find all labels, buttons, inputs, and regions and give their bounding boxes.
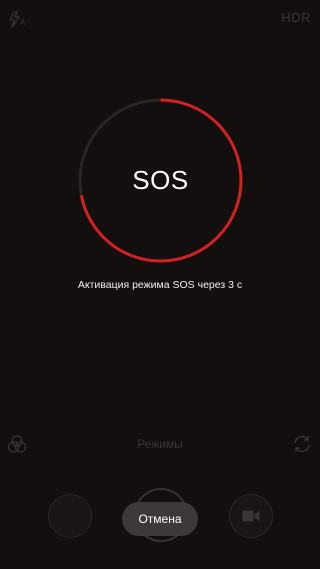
- video-record-button[interactable]: [229, 494, 273, 538]
- flash-mode-label: A: [20, 18, 26, 27]
- sos-countdown-text: Активация режима SOS через 3 с: [77, 279, 243, 291]
- modes-button[interactable]: Режимы: [0, 437, 320, 451]
- cancel-button[interactable]: Отмена: [122, 502, 198, 536]
- sos-camera-screen: A HDR SOS Активация режима SOS через 3 с…: [0, 0, 320, 569]
- hdr-toggle[interactable]: HDR: [281, 9, 311, 27]
- gallery-thumbnail[interactable]: [48, 494, 92, 538]
- video-camera-icon: [242, 510, 260, 522]
- flash-auto-icon[interactable]: A: [8, 9, 30, 29]
- switch-camera-icon[interactable]: [292, 434, 312, 454]
- sos-label: SOS: [132, 165, 189, 195]
